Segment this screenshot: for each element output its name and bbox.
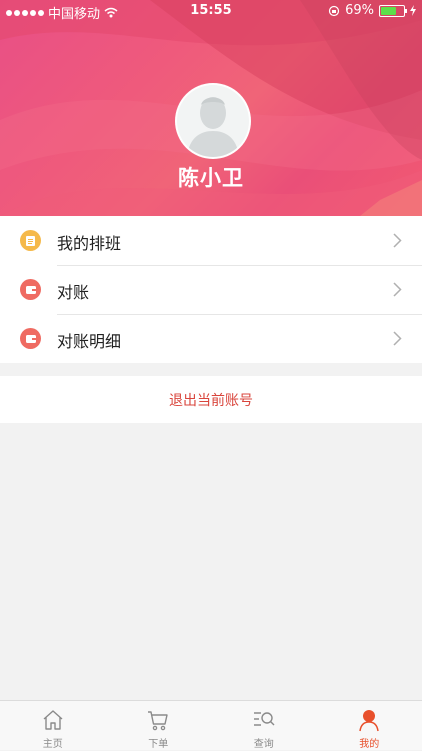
- avatar[interactable]: [175, 83, 251, 159]
- menu-item-label: 对账明细: [57, 328, 121, 352]
- menu-list: 我的排班 对账 对账明细: [0, 216, 422, 363]
- chevron-right-icon: [393, 282, 402, 297]
- tab-mine[interactable]: 我的: [317, 701, 422, 751]
- battery-icon: [379, 5, 405, 17]
- status-bar: 中国移动 15:55 69%: [0, 0, 422, 22]
- tab-label: 我的: [359, 735, 379, 750]
- search-list-icon: [252, 708, 276, 732]
- tab-order[interactable]: 下单: [106, 701, 212, 751]
- battery-percent: 69%: [345, 3, 374, 18]
- chevron-right-icon: [393, 233, 402, 248]
- tab-home[interactable]: 主页: [0, 701, 106, 751]
- tab-label: 查询: [254, 735, 274, 750]
- user-icon: [357, 708, 381, 732]
- tab-label: 下单: [148, 735, 168, 750]
- bottom-tab-bar: 主页 下单 查询 我的: [0, 700, 422, 750]
- logout-button[interactable]: 退出当前账号: [0, 376, 422, 423]
- menu-item-reconciliation-detail[interactable]: 对账明细: [0, 314, 422, 363]
- charging-icon: [410, 5, 416, 16]
- cart-icon: [146, 708, 170, 732]
- menu-item-label: 我的排班: [57, 230, 121, 254]
- chevron-right-icon: [393, 331, 402, 346]
- schedule-icon: [20, 230, 41, 251]
- home-icon: [41, 708, 65, 732]
- menu-item-my-schedule[interactable]: 我的排班: [0, 216, 422, 265]
- tab-label: 主页: [43, 735, 63, 750]
- wallet-detail-icon: [20, 328, 41, 349]
- wallet-icon: [20, 279, 41, 300]
- menu-item-label: 对账: [57, 279, 89, 303]
- rotation-lock-icon: [328, 5, 340, 17]
- username: 陈小卫: [0, 162, 422, 192]
- menu-item-reconciliation[interactable]: 对账: [0, 265, 422, 314]
- tab-query[interactable]: 查询: [211, 701, 317, 751]
- default-avatar-icon: [177, 85, 249, 157]
- profile-header: 中国移动 15:55 69%: [0, 0, 422, 216]
